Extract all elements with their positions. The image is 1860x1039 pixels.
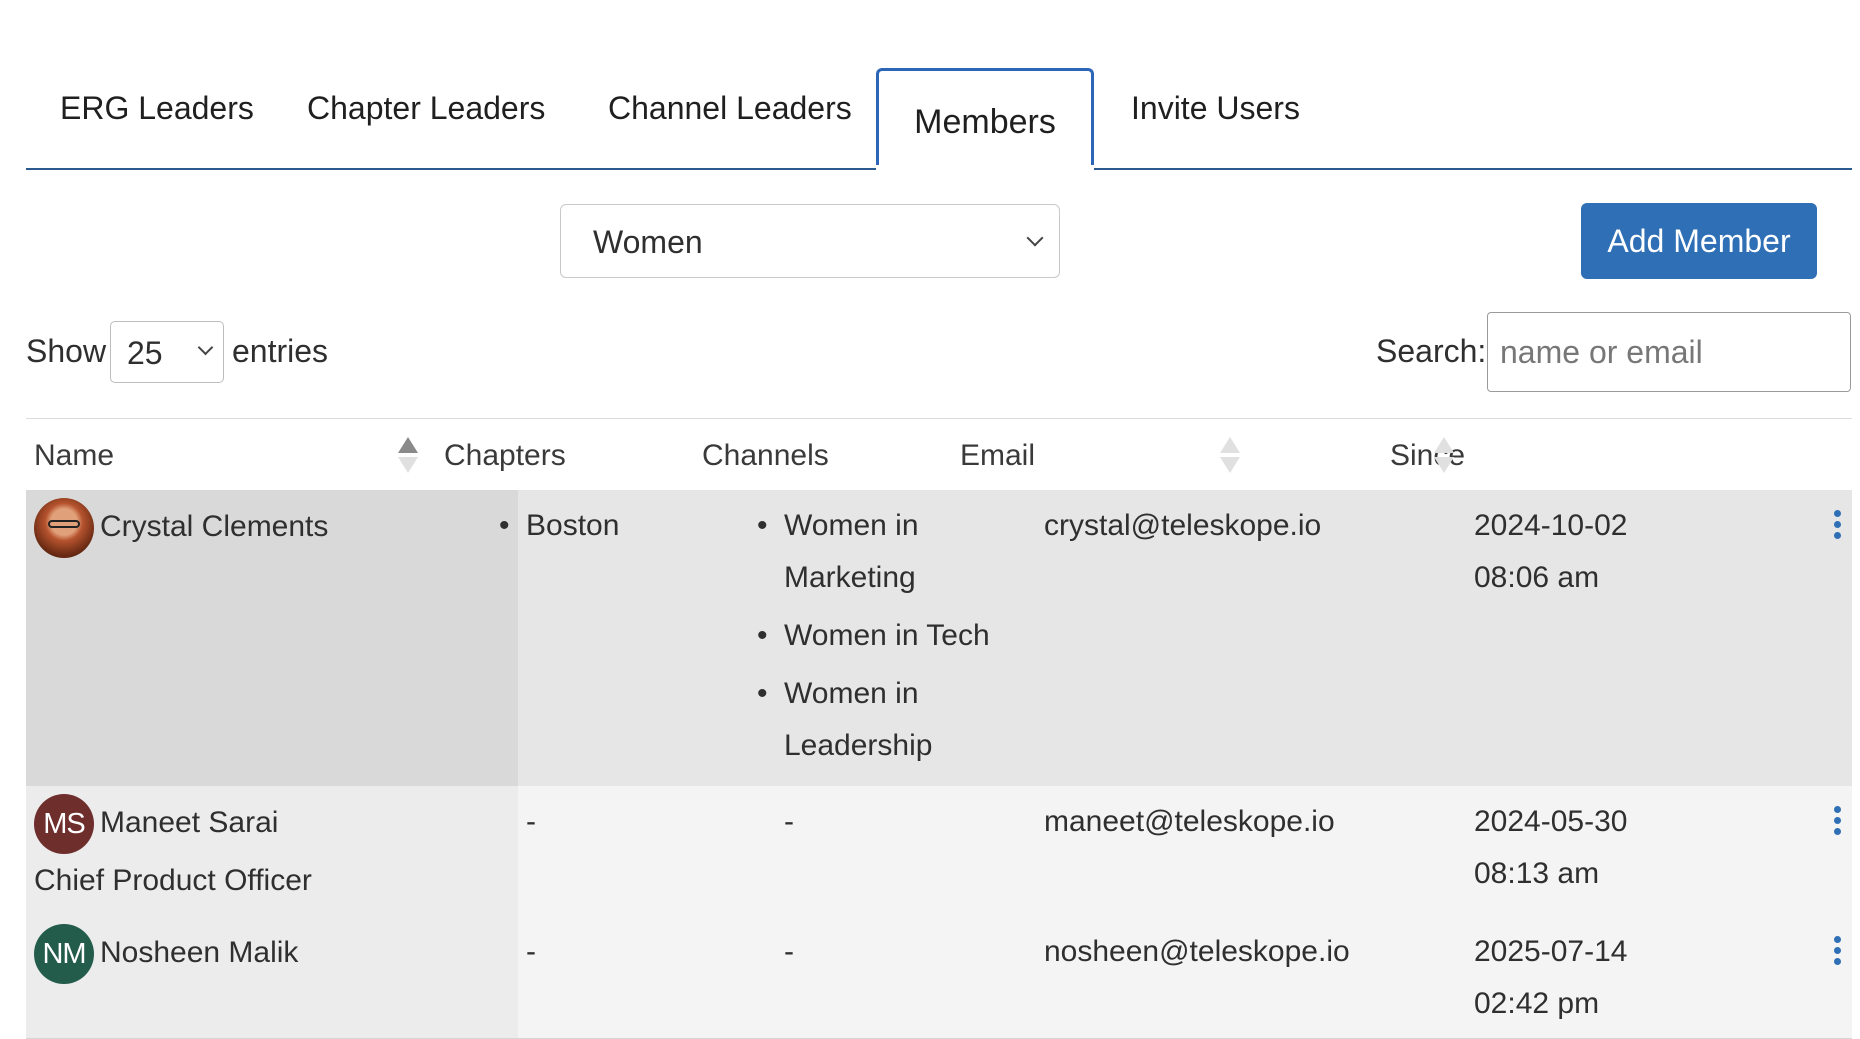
row-actions-menu-icon[interactable] [1831, 806, 1845, 842]
add-member-button[interactable]: Add Member [1581, 203, 1817, 279]
chapters-cell: - [526, 805, 536, 838]
erg-group-select[interactable]: Women [560, 204, 1060, 278]
column-header-name[interactable]: Name [34, 439, 114, 473]
email-cell: maneet@teleskope.io [1044, 805, 1335, 838]
show-label: Show [26, 333, 107, 369]
entries-label: entries [232, 333, 329, 369]
member-title: Chief Product Officer [34, 864, 312, 897]
row-actions-menu-icon[interactable] [1831, 510, 1845, 546]
since-time: 08:13 am [1474, 857, 1600, 890]
since-date: 2024-10-02 [1474, 509, 1628, 542]
channel-item: Women in Marketing [757, 500, 1004, 604]
column-header-chapters: Chapters [444, 439, 566, 472]
since-time: 02:42 pm [1474, 987, 1600, 1020]
email-cell: crystal@teleskope.io [1044, 509, 1322, 542]
member-name[interactable]: Crystal Clements [100, 510, 328, 544]
channel-item: Women in Tech [757, 610, 1004, 662]
column-header-channels: Channels [702, 439, 829, 472]
tab-channel-leaders[interactable]: Channel Leaders [608, 90, 852, 127]
name-cell: NM Nosheen Malik [26, 916, 518, 1038]
avatar: NM [34, 924, 94, 984]
channels-cell: Women in Marketing Women in Tech Women i… [757, 500, 1004, 778]
erg-group-select-value: Women [593, 224, 703, 260]
since-date: 2025-07-14 [1474, 935, 1628, 968]
chapters-cell: Boston [499, 500, 620, 558]
since-cell: 2024-05-30 08:13 am [1474, 796, 1674, 900]
member-tabs: ERG Leaders Chapter Leaders Channel Lead… [26, 68, 1852, 170]
entries-per-page-select[interactable]: 25 [110, 321, 224, 383]
chapter-item: Boston [499, 500, 620, 552]
table-row: MS Maneet Sarai Chief Product Officer - … [26, 786, 1852, 917]
tab-chapter-leaders[interactable]: Chapter Leaders [307, 90, 545, 127]
email-cell: nosheen@teleskope.io [1044, 935, 1350, 968]
channel-item: Women in Leadership [757, 668, 1004, 772]
avatar: MS [34, 794, 94, 854]
since-cell: 2025-07-14 02:42 pm [1474, 926, 1674, 1030]
column-header-email[interactable]: Email [960, 439, 1035, 473]
table-header: Name Chapters Channels Email Since [26, 418, 1852, 493]
search-label: Search: [1376, 333, 1487, 369]
tab-erg-leaders[interactable]: ERG Leaders [60, 90, 254, 127]
member-name[interactable]: Nosheen Malik [100, 936, 298, 970]
table-row: Crystal Clements Boston Women in Marketi… [26, 490, 1852, 787]
sort-ascending-icon[interactable] [398, 437, 418, 473]
table-row: NM Nosheen Malik - - nosheen@teleskope.i… [26, 916, 1852, 1039]
sort-icon[interactable] [1434, 437, 1454, 473]
sort-icon[interactable] [1220, 437, 1240, 473]
chevron-down-icon [1026, 229, 1044, 247]
tab-invite-users[interactable]: Invite Users [1131, 90, 1300, 127]
name-cell: Crystal Clements [26, 490, 518, 786]
channels-cell: - [784, 935, 794, 968]
since-date: 2024-05-30 [1474, 805, 1628, 838]
tab-members-label: Members [914, 103, 1056, 141]
member-name[interactable]: Maneet Sarai [100, 806, 278, 840]
channels-cell: - [784, 805, 794, 838]
name-cell: MS Maneet Sarai Chief Product Officer [26, 786, 518, 916]
since-time: 08:06 am [1474, 561, 1600, 594]
tab-members[interactable]: Members [876, 68, 1094, 170]
chapters-cell: - [526, 935, 536, 968]
row-actions-menu-icon[interactable] [1831, 936, 1845, 972]
since-cell: 2024-10-02 08:06 am [1474, 500, 1674, 604]
avatar [34, 498, 94, 558]
entries-per-page-value: 25 [127, 335, 163, 371]
search-input[interactable] [1487, 312, 1851, 392]
chevron-down-icon [197, 339, 214, 356]
